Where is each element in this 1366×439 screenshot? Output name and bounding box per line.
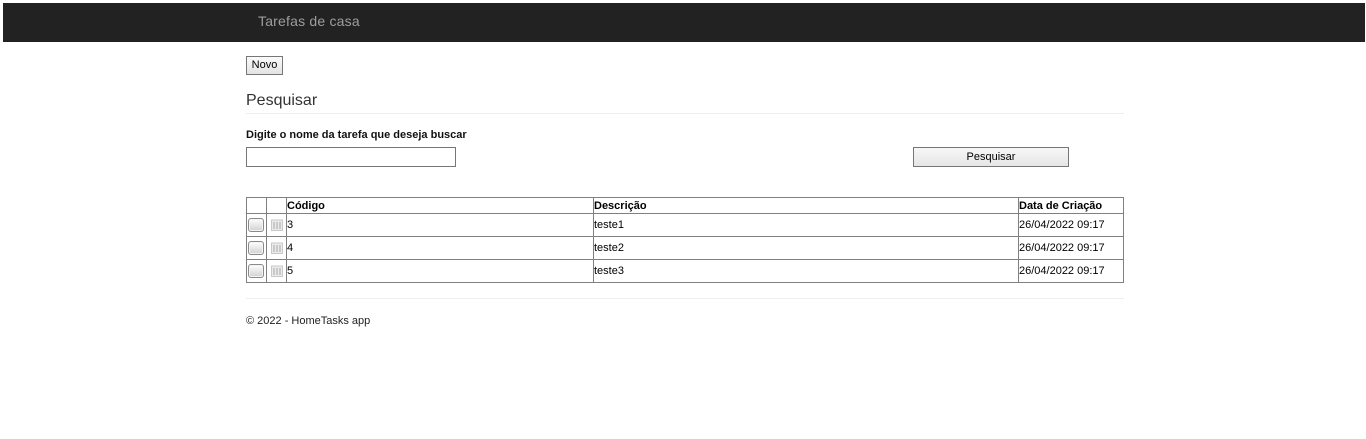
header-code: Código (286, 197, 594, 214)
navbar: Tarefas de casa (3, 3, 1365, 42)
trash-icon[interactable] (270, 242, 283, 254)
trash-icon[interactable] (270, 219, 283, 231)
footer-copyright: © 2022 - HomeTasks app (246, 315, 371, 327)
search-input[interactable] (246, 147, 456, 167)
table-row: 4 teste2 26/04/2022 09:17 (246, 236, 1124, 260)
edit-cell (246, 213, 267, 237)
cell-code: 5 (286, 259, 594, 283)
delete-cell (266, 259, 287, 283)
footer-divider (246, 298, 1124, 299)
cell-description: teste2 (593, 236, 1019, 260)
header-delete-column (266, 197, 287, 214)
search-button[interactable]: Pesquisar (913, 147, 1069, 167)
cell-code: 4 (286, 236, 594, 260)
section-divider (246, 113, 1124, 114)
brand-link[interactable]: Tarefas de casa (258, 13, 360, 29)
edit-icon[interactable] (248, 218, 264, 232)
edit-cell (246, 236, 267, 260)
search-section-title: Pesquisar (246, 92, 318, 109)
new-task-button[interactable]: Novo (246, 56, 283, 75)
edit-icon[interactable] (248, 264, 264, 278)
edit-cell (246, 259, 267, 283)
table-row: 5 teste3 26/04/2022 09:17 (246, 259, 1124, 283)
search-label: Digite o nome da tarefa que deseja busca… (246, 129, 467, 141)
cell-description: teste1 (593, 213, 1019, 237)
tasks-table: Código Descrição Data de Criação 3 teste… (246, 197, 1124, 283)
cell-code: 3 (286, 213, 594, 237)
cell-created: 26/04/2022 09:17 (1018, 236, 1124, 260)
cell-created: 26/04/2022 09:17 (1018, 213, 1124, 237)
edit-icon[interactable] (248, 241, 264, 255)
header-created: Data de Criação (1018, 197, 1124, 214)
table-header-row: Código Descrição Data de Criação (246, 197, 1124, 214)
header-edit-column (246, 197, 267, 214)
delete-cell (266, 213, 287, 237)
table-row: 3 teste1 26/04/2022 09:17 (246, 213, 1124, 237)
trash-icon[interactable] (270, 265, 283, 277)
cell-created: 26/04/2022 09:17 (1018, 259, 1124, 283)
header-description: Descrição (593, 197, 1019, 214)
delete-cell (266, 236, 287, 260)
cell-description: teste3 (593, 259, 1019, 283)
